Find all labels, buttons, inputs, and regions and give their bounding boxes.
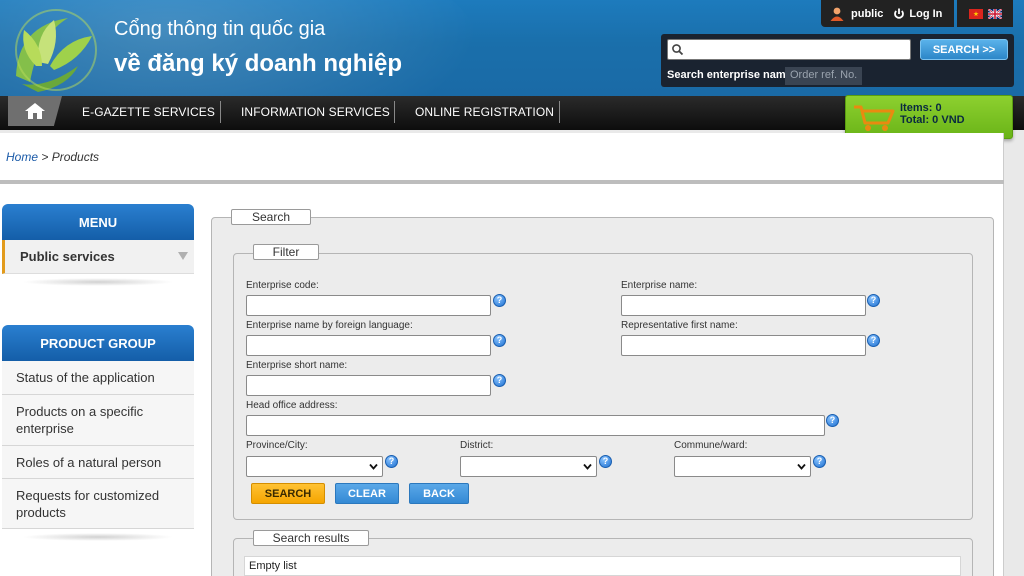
home-icon [25, 103, 45, 119]
short-name-input[interactable] [246, 375, 491, 396]
help-icon[interactable]: ? [493, 374, 506, 387]
help-icon[interactable]: ? [385, 455, 398, 468]
help-icon[interactable]: ? [493, 294, 506, 307]
back-button[interactable]: BACK [409, 483, 469, 504]
product-item-status-of-application[interactable]: Status of the application [2, 361, 194, 395]
clear-button[interactable]: CLEAR [335, 483, 399, 504]
enterprise-name-label: Enterprise name: [621, 280, 698, 291]
province-select[interactable] [246, 456, 383, 477]
site-title-line2: về đăng ký doanh nghiệp [114, 50, 403, 77]
tab-order-ref-no[interactable]: Order ref. No. [785, 67, 863, 85]
foreign-name-label: Enterprise name by foreign language: [246, 320, 413, 331]
breadcrumb-bar [0, 133, 1004, 180]
search-icon [672, 44, 684, 56]
product-item-roles-of-natural-person[interactable]: Roles of a natural person [2, 446, 194, 479]
site-header: Cổng thông tin quốc gia về đăng ký doanh… [0, 0, 1024, 96]
search-button[interactable]: SEARCH >> [920, 39, 1008, 60]
filter-legend: Filter [253, 244, 319, 260]
enterprise-search-input[interactable] [667, 39, 911, 60]
site-title-line1: Cổng thông tin quốc gia [114, 18, 326, 40]
help-icon[interactable]: ? [867, 334, 880, 347]
login-link[interactable]: Log In [909, 8, 942, 20]
search-submit-button[interactable]: SEARCH [251, 483, 325, 504]
product-group-header: PRODUCT GROUP [2, 325, 194, 361]
chevron-down-icon [178, 252, 188, 260]
district-select[interactable] [460, 456, 597, 477]
nav-online-registration[interactable]: ONLINE REGISTRATION [415, 96, 554, 128]
nav-divider [559, 101, 560, 123]
language-bar [957, 0, 1013, 27]
nav-information-services[interactable]: INFORMATION SERVICES [241, 96, 390, 128]
search-legend: Search [231, 209, 311, 225]
nav-divider [220, 101, 221, 123]
results-empty-text: Empty list [244, 556, 961, 576]
menu-header: MENU [2, 204, 194, 240]
user-icon [830, 7, 844, 21]
help-icon[interactable]: ? [826, 414, 839, 427]
product-item-products-on-enterprise[interactable]: Products on a specific enterprise [2, 395, 194, 446]
help-icon[interactable]: ? [493, 334, 506, 347]
home-button[interactable] [8, 96, 62, 126]
sidebar-item-label: Public services [20, 249, 115, 264]
district-label: District: [460, 440, 494, 451]
commune-label: Commune/ward: [674, 440, 748, 451]
uk-flag-icon[interactable] [987, 8, 1002, 19]
chevron-down-icon [369, 463, 378, 470]
sidebar-item-public-services[interactable]: Public services [2, 240, 194, 274]
short-name-label: Enterprise short name: [246, 360, 348, 371]
logo-icon[interactable] [8, 6, 104, 94]
results-legend: Search results [253, 530, 369, 546]
head-office-label: Head office address: [246, 400, 338, 411]
vietnam-flag-icon[interactable] [968, 8, 983, 19]
breadcrumb-current: Products [51, 150, 100, 164]
representative-label: Representative first name: [621, 320, 738, 331]
breadcrumb-home-link[interactable]: Home [6, 150, 38, 164]
user-name[interactable]: public [851, 8, 883, 20]
help-icon[interactable]: ? [867, 294, 880, 307]
help-icon[interactable]: ? [599, 455, 612, 468]
product-item-customized-products[interactable]: Requests for customized products [2, 479, 194, 529]
enterprise-code-input[interactable] [246, 295, 491, 316]
cart-total: Total: 0 VND [900, 114, 965, 126]
province-label: Province/City: [246, 440, 308, 451]
user-bar: public Log In [821, 0, 954, 27]
nav-divider [394, 101, 395, 123]
chevron-down-icon [583, 463, 592, 470]
sidebar-shadow [22, 533, 174, 541]
foreign-name-input[interactable] [246, 335, 491, 356]
representative-input[interactable] [621, 335, 866, 356]
chevron-down-icon [797, 463, 806, 470]
enterprise-code-label: Enterprise code: [246, 280, 319, 291]
head-office-input[interactable] [246, 415, 825, 436]
cart-items-count: Items: 0 [900, 102, 942, 114]
header-search-box: SEARCH >> Search enterprise name Order r… [661, 34, 1014, 87]
enterprise-name-input[interactable] [621, 295, 866, 316]
commune-select[interactable] [674, 456, 811, 477]
breadcrumb: Home > Products [6, 150, 99, 164]
tab-search-enterprise-name[interactable]: Search enterprise name [663, 67, 796, 85]
nav-e-gazette-services[interactable]: E-GAZETTE SERVICES [82, 96, 215, 128]
power-icon[interactable] [893, 8, 905, 20]
breadcrumb-separator: > [38, 150, 52, 164]
help-icon[interactable]: ? [813, 455, 826, 468]
cart-icon [854, 105, 895, 131]
sidebar-shadow [22, 278, 174, 286]
